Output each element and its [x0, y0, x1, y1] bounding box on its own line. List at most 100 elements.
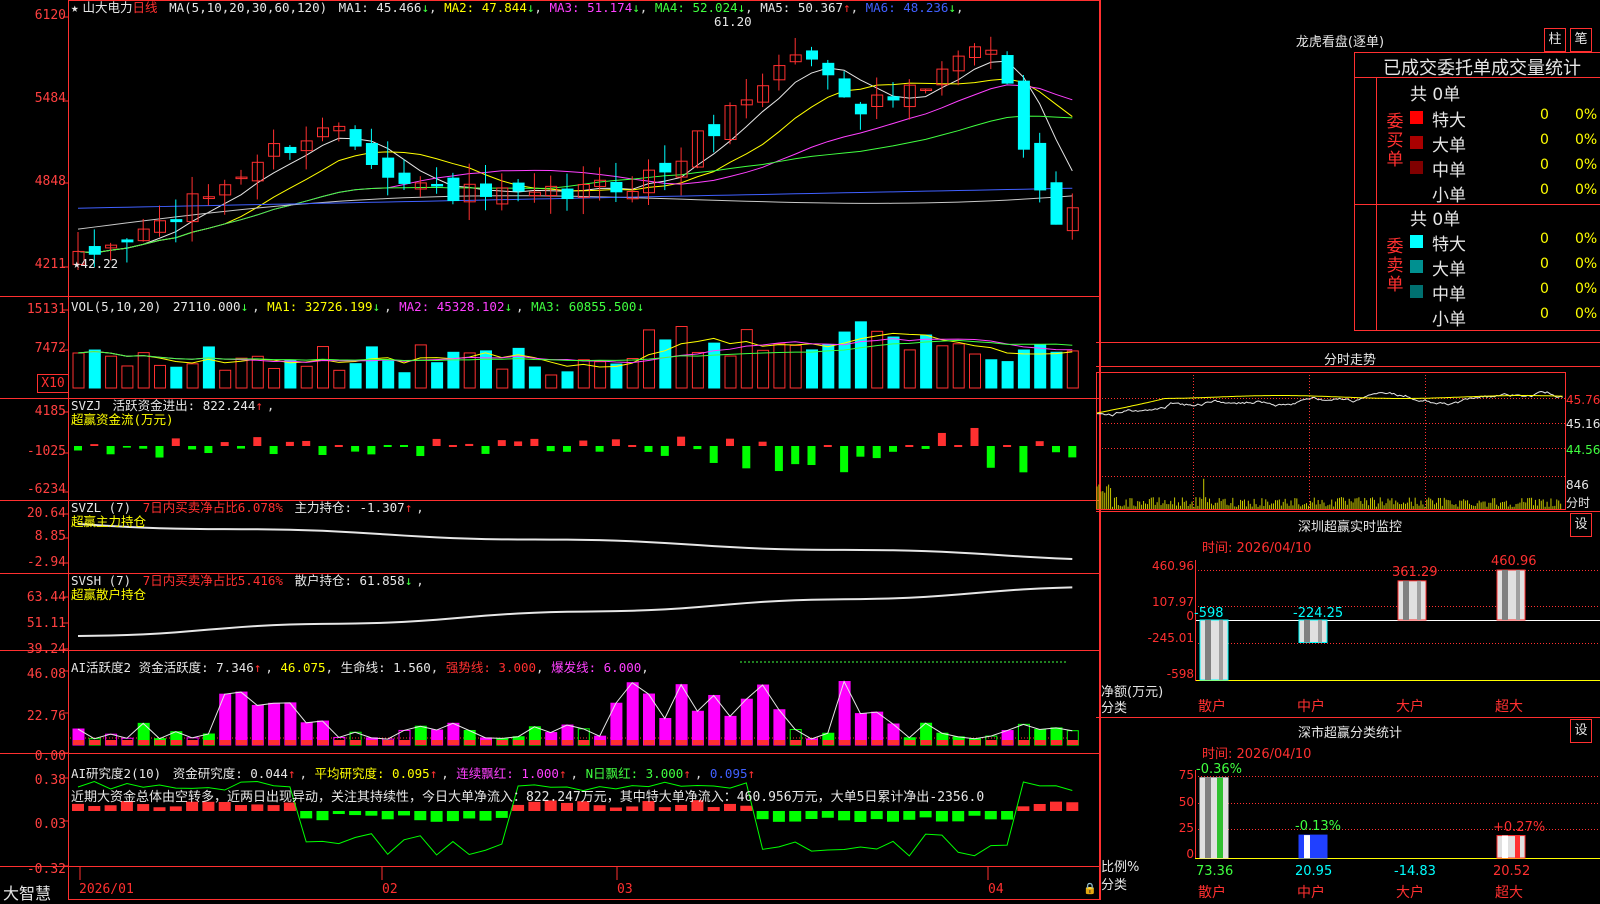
svzl-ytick-1: 8.85	[34, 529, 66, 544]
flow-bar	[807, 446, 816, 466]
candle-body	[365, 143, 378, 166]
volume-bar	[1017, 349, 1030, 389]
sz-monitor-value-0: -598	[1194, 606, 1224, 621]
sell_rows-label: 小单	[1432, 310, 1466, 330]
candle-body	[382, 157, 395, 178]
research-bar	[675, 804, 688, 811]
sz-category-bar-3	[1496, 835, 1526, 859]
research-bar	[332, 811, 345, 815]
volume-bar	[724, 355, 737, 389]
research-bar	[854, 811, 867, 822]
volume-bar	[202, 346, 215, 389]
active-bar	[643, 693, 655, 746]
sell_rows-pct: 0%	[1575, 231, 1598, 247]
flow-bar	[579, 440, 588, 446]
active-base	[399, 740, 410, 745]
lock-icon[interactable]: 🔒	[1083, 882, 1097, 895]
flow-bar	[726, 438, 734, 446]
bar-body	[1496, 569, 1526, 621]
candle-body	[838, 78, 851, 98]
flow-bar	[758, 441, 767, 446]
active-bar	[235, 691, 248, 746]
flow-bar	[563, 446, 571, 452]
flow-bar	[400, 445, 408, 447]
sz-category-category-3: 超大	[1495, 885, 1523, 901]
star-icon[interactable]: ★	[71, 0, 79, 15]
ai-research-header: AI研究度2(10) 资金研究度: 0.044↑, 平均研究度: 0.095↑,…	[71, 766, 756, 781]
svzj-ytick-1: -1025	[26, 444, 66, 459]
sell_rows-label: 中单	[1432, 285, 1466, 305]
volume-bar	[903, 349, 916, 389]
volume-bar	[349, 363, 362, 389]
kline-ma5-dir: ↑	[843, 0, 851, 15]
sz-category-ytick-1: 50	[1178, 795, 1194, 809]
volume-bar	[300, 365, 313, 389]
candle-body	[121, 239, 134, 243]
sell_rows-count: 0	[1540, 306, 1549, 322]
active-bar	[251, 704, 264, 746]
flow-bar	[253, 437, 262, 446]
active-base	[708, 740, 720, 745]
period-label[interactable]: 日线	[133, 0, 158, 15]
sz-category-value-1: 20.95	[1295, 864, 1333, 879]
tick-mode-button[interactable]: 笔	[1570, 28, 1592, 52]
flow-bar	[791, 446, 800, 465]
ai-research-message: 近期大资金总体由空转多，近两日出现异动，关注其持续性，今日大单净流入：822.2…	[71, 790, 985, 805]
sz-category-settings-button[interactable]: 设	[1570, 719, 1592, 743]
flow-bar	[660, 446, 669, 456]
main-chart-canvas[interactable]	[0, 0, 1100, 900]
sz-category-y-unit: 比例%	[1101, 860, 1140, 875]
dragon-tiger-title: 龙虎看盘(逐单)	[1295, 35, 1385, 50]
sz-monitor-settings-button[interactable]: 设	[1570, 513, 1592, 537]
sell_rows-pct: 0%	[1575, 281, 1598, 297]
candle-body	[708, 124, 721, 137]
active-base	[953, 740, 965, 745]
vol-unit-button[interactable]: X10	[37, 374, 69, 393]
sz-monitor-ytick-1: 107.97	[1152, 595, 1194, 609]
volume-bar	[545, 374, 558, 389]
kline-ma5-label: MA5: 50.367	[760, 0, 844, 15]
kline-ma1-label: MA1: 45.466	[338, 0, 422, 15]
research-bar	[414, 811, 427, 821]
buy_rows-label: 中单	[1432, 161, 1466, 181]
svsh-subtitle: 超赢散户持仓	[71, 587, 147, 602]
active-base	[1018, 740, 1030, 745]
kline-ytick-2: 4848	[34, 174, 66, 189]
volume-bar	[659, 339, 672, 389]
vol-ma3: MA3: 60855.500	[531, 299, 637, 314]
research-bar	[903, 811, 916, 820]
flow-bar	[742, 446, 751, 469]
candle-body	[1050, 182, 1063, 225]
active-bar	[626, 682, 639, 746]
candle-body	[284, 146, 297, 154]
active-base	[219, 740, 231, 745]
volume-bar	[121, 365, 134, 389]
kline-ma6-dir: ↓	[948, 0, 956, 15]
main-chart-area[interactable]: ★ 山大电力日线 MA(5,10,20,30,60,120) MA1: 45.46…	[0, 0, 1100, 903]
swatch-icon	[1410, 310, 1423, 323]
research-bar	[235, 805, 247, 811]
volume-bar	[854, 321, 867, 389]
bar-shade	[1304, 835, 1310, 858]
flow-bar	[432, 438, 441, 446]
research-bar	[137, 804, 150, 811]
flow-bar	[367, 446, 376, 455]
kline-header: ★ 山大电力日线 MA(5,10,20,30,60,120) MA1: 45.46…	[71, 0, 964, 15]
sz-category-time: 时间: 2026/04/10	[1202, 747, 1312, 762]
flow-bar	[383, 445, 392, 447]
active-bar	[757, 684, 770, 746]
ai-research-b: 平均研究度: 0.095	[314, 766, 430, 781]
candle-body	[447, 177, 460, 202]
bar-shade	[1205, 777, 1211, 858]
bar-mode-button[interactable]: 柱	[1544, 28, 1566, 52]
svsh-ytick-1: 51.11	[26, 616, 66, 631]
flow-bar	[269, 446, 278, 455]
volume-bar	[838, 331, 851, 389]
flow-bar	[334, 445, 343, 447]
research-bar	[267, 805, 280, 811]
bar-shade	[1417, 580, 1421, 620]
active-base	[268, 740, 280, 745]
intraday-ytick-0: 45.76	[1566, 393, 1600, 407]
sz-monitor-ytick-4: -598	[1166, 667, 1194, 681]
active-base	[284, 740, 296, 745]
